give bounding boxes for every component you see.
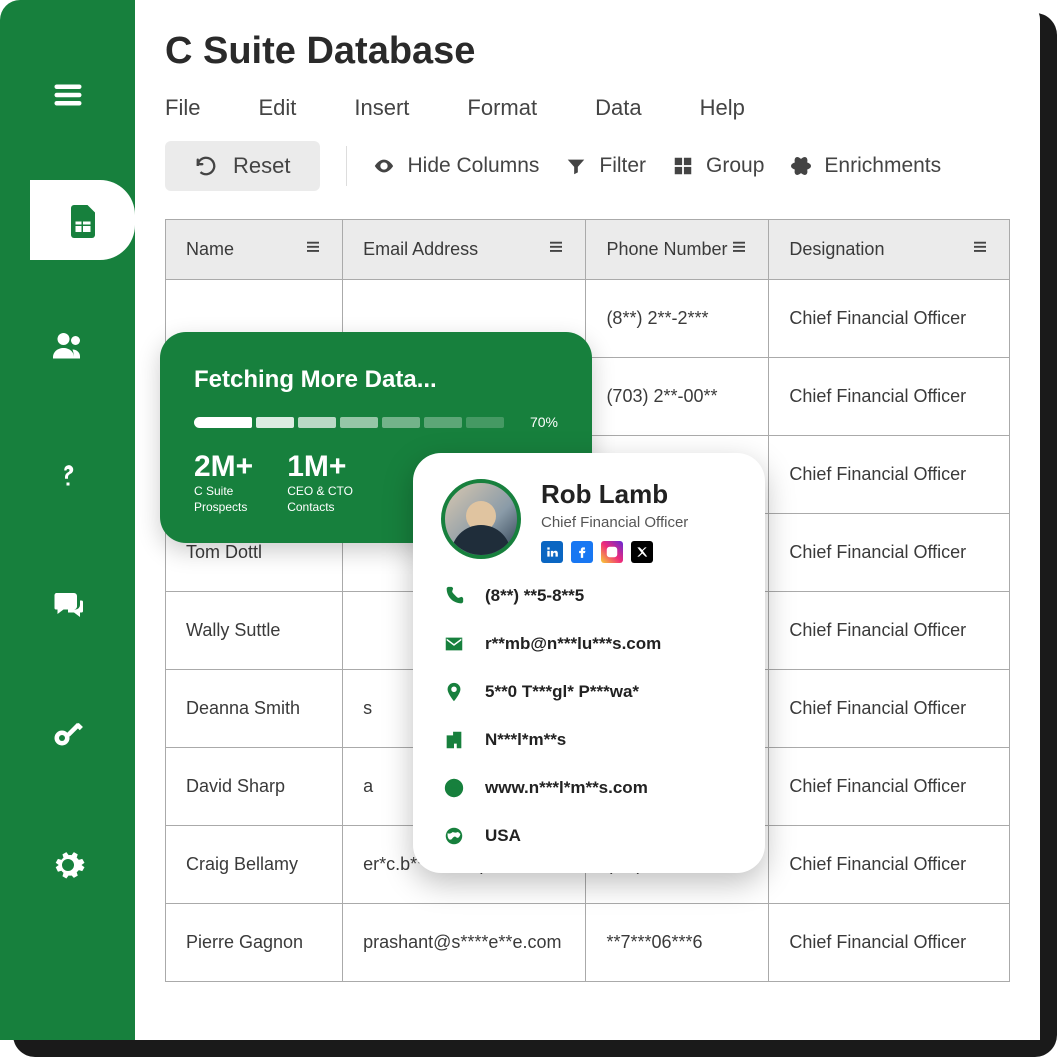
menu-format[interactable]: Format	[467, 95, 537, 121]
cell-phone: (8**) 2**-2***	[586, 280, 769, 358]
cell-designation: Chief Financial Officer	[769, 358, 1010, 436]
cell-phone: **7***06***6	[586, 904, 769, 982]
sidebar-menu-icon[interactable]	[0, 30, 135, 160]
cell-name: Pierre Gagnon	[166, 904, 343, 982]
avatar	[441, 479, 521, 559]
sidebar-help-icon[interactable]	[0, 410, 135, 540]
sidebar-key-icon[interactable]	[0, 670, 135, 800]
sidebar-users-icon[interactable]	[0, 280, 135, 410]
col-name: Name	[186, 239, 234, 260]
cell-designation: Chief Financial Officer	[769, 592, 1010, 670]
cell-name: Craig Bellamy	[166, 826, 343, 904]
contact-phone: (8**) **5-8**5	[485, 586, 584, 606]
globe-icon	[441, 825, 467, 847]
sidebar-settings-icon[interactable]	[0, 800, 135, 930]
menu-edit[interactable]: Edit	[258, 95, 296, 121]
filter-icon	[565, 155, 587, 177]
menu-file[interactable]: File	[165, 95, 200, 121]
cell-designation: Chief Financial Officer	[769, 826, 1010, 904]
sidebar-sheet-icon[interactable]	[30, 180, 135, 260]
toolbar: Reset Hide Columns Filter Group Enrichme…	[165, 141, 1010, 191]
location-icon	[441, 681, 467, 703]
sidebar-chat-icon[interactable]	[0, 540, 135, 670]
eye-icon	[373, 155, 395, 177]
table-row[interactable]: Pierre Gagnonprashant@s****e**e.com**7**…	[166, 904, 1010, 982]
cell-email: prashant@s****e**e.com	[343, 904, 586, 982]
phone-icon	[441, 585, 467, 607]
col-designation: Designation	[789, 239, 884, 260]
group-button[interactable]: Group	[672, 154, 764, 178]
sidebar	[0, 0, 135, 1040]
col-menu-icon[interactable]	[730, 238, 748, 261]
contact-company: N***l*m**s	[485, 730, 566, 750]
progress-percent: 70%	[530, 414, 558, 430]
menu-insert[interactable]: Insert	[354, 95, 409, 121]
cell-designation: Chief Financial Officer	[769, 514, 1010, 592]
stat-value: 2M+	[194, 450, 253, 484]
contact-name: Rob Lamb	[541, 479, 688, 510]
col-phone: Phone Number	[606, 239, 727, 260]
cell-designation: Chief Financial Officer	[769, 670, 1010, 748]
cell-phone: (703) 2**-00**	[586, 358, 769, 436]
linkedin-icon[interactable]	[541, 541, 563, 563]
filter-button[interactable]: Filter	[565, 154, 646, 178]
hide-columns-button[interactable]: Hide Columns	[373, 154, 539, 178]
fetching-title: Fetching More Data...	[194, 366, 558, 394]
progress-bar: 70%	[194, 414, 558, 430]
cell-name: Deanna Smith	[166, 670, 343, 748]
refresh-icon	[195, 155, 217, 177]
divider	[346, 146, 347, 186]
email-icon	[441, 633, 467, 655]
company-icon	[441, 729, 467, 751]
col-menu-icon[interactable]	[971, 238, 989, 261]
cell-designation: Chief Financial Officer	[769, 280, 1010, 358]
grid-icon	[672, 155, 694, 177]
contact-website: www.n***l*m**s.com	[485, 778, 648, 798]
menu-data[interactable]: Data	[595, 95, 641, 121]
contact-address: 5**0 T***gl* P***wa*	[485, 682, 639, 702]
col-menu-icon[interactable]	[547, 238, 565, 261]
x-icon[interactable]	[631, 541, 653, 563]
reset-button[interactable]: Reset	[165, 141, 320, 191]
page-title: C Suite Database	[165, 30, 1010, 73]
cell-designation: Chief Financial Officer	[769, 904, 1010, 982]
cell-designation: Chief Financial Officer	[769, 436, 1010, 514]
menubar: File Edit Insert Format Data Help	[165, 95, 1010, 121]
cell-name: David Sharp	[166, 748, 343, 826]
stat-value: 1M+	[287, 450, 353, 484]
contact-email: r**mb@n***lu***s.com	[485, 634, 661, 654]
cell-designation: Chief Financial Officer	[769, 748, 1010, 826]
facebook-icon[interactable]	[571, 541, 593, 563]
col-menu-icon[interactable]	[304, 238, 322, 261]
contact-card: Rob Lamb Chief Financial Officer (8**) *…	[413, 453, 765, 873]
atom-icon	[790, 155, 812, 177]
menu-help[interactable]: Help	[700, 95, 745, 121]
cell-name: Wally Suttle	[166, 592, 343, 670]
instagram-icon[interactable]	[601, 541, 623, 563]
contact-role: Chief Financial Officer	[541, 514, 688, 531]
enrichments-button[interactable]: Enrichments	[790, 154, 941, 178]
contact-country: USA	[485, 826, 521, 846]
website-icon	[441, 777, 467, 799]
col-email: Email Address	[363, 239, 478, 260]
